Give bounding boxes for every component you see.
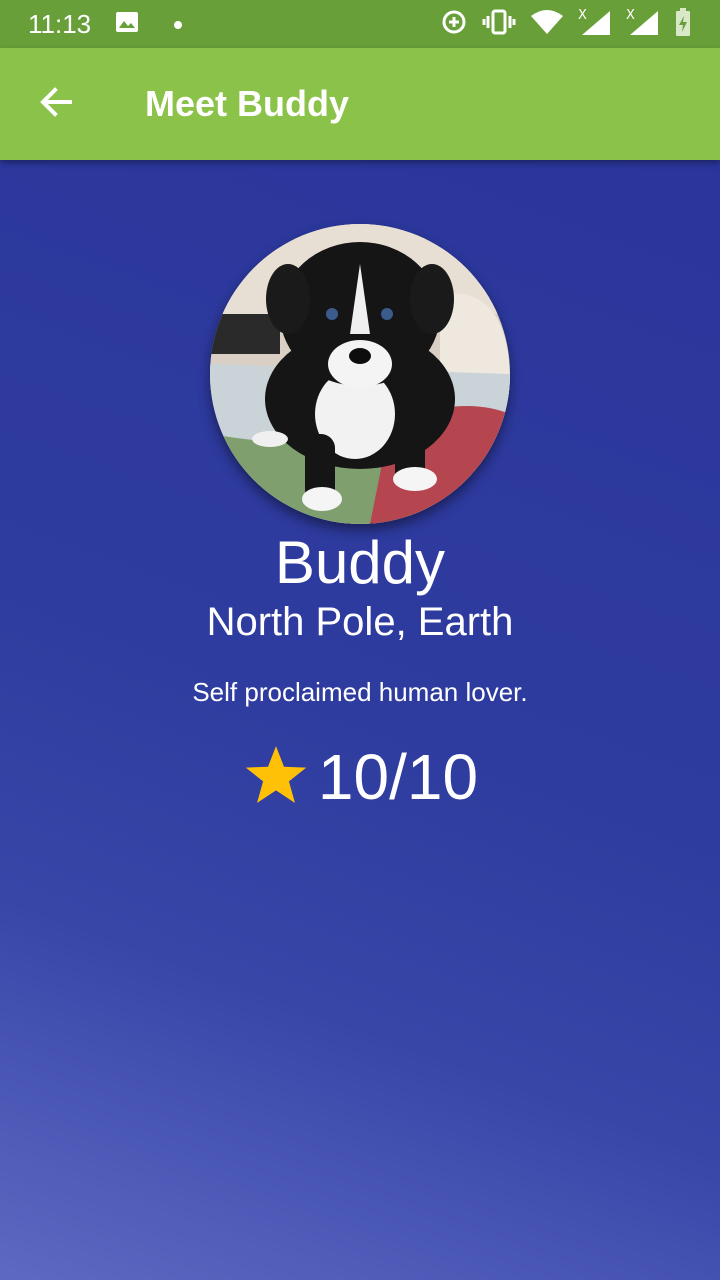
- status-bar: 11:13 X X: [0, 0, 720, 48]
- dog-avatar: [210, 224, 510, 524]
- star-icon: [242, 742, 310, 812]
- svg-text:X: X: [626, 8, 635, 23]
- signal-icon-1: X: [578, 7, 612, 41]
- dot-icon: [173, 15, 183, 34]
- svg-text:X: X: [578, 8, 587, 23]
- page-title: Meet Buddy: [145, 83, 350, 124]
- app-bar: Meet Buddy: [0, 48, 720, 160]
- rating-value: 10/10: [317, 741, 479, 813]
- data-saver-icon: [440, 8, 468, 40]
- rating: 10/10: [0, 740, 720, 814]
- battery-charging-icon: [674, 7, 692, 41]
- vibrate-icon: [482, 8, 516, 40]
- status-time: 11:13: [28, 8, 92, 39]
- dog-description: Self proclaimed human lover.: [192, 677, 528, 707]
- signal-icon-2: X: [626, 7, 660, 41]
- dog-location: North Pole, Earth: [206, 600, 514, 644]
- dog-name: Buddy: [274, 529, 446, 596]
- back-button[interactable]: [34, 82, 78, 126]
- arrow-back-icon: [38, 84, 74, 124]
- image-icon: [115, 10, 139, 38]
- wifi-icon: [530, 8, 564, 40]
